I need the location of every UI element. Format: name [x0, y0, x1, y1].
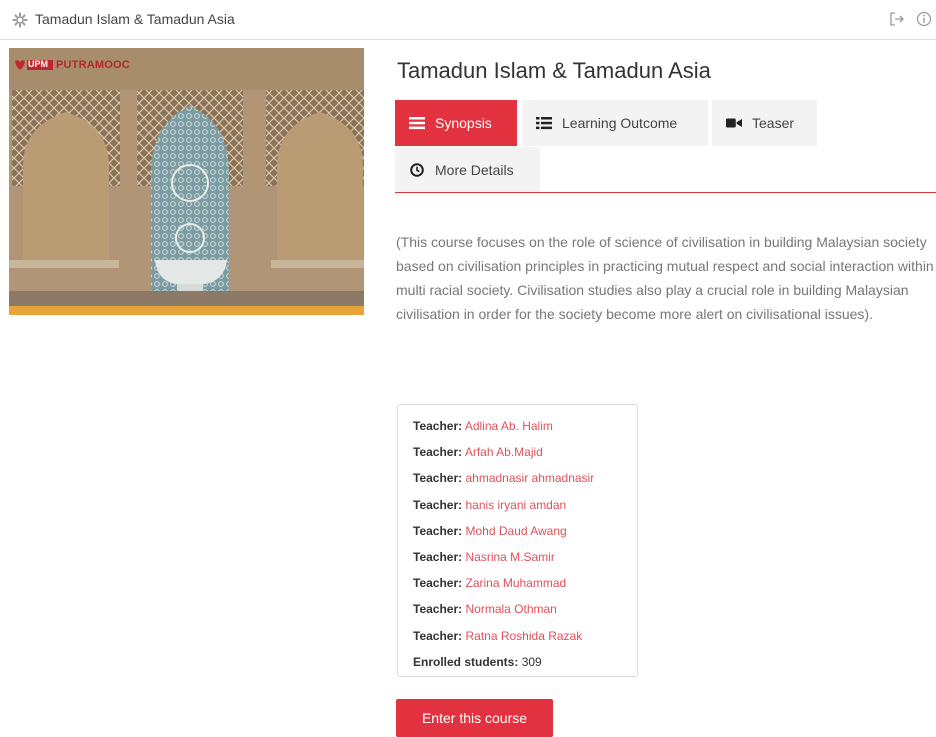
teacher-label: Teacher:: [413, 602, 463, 617]
enrolled-count: 309: [521, 654, 542, 669]
tab-more-details-label: More Details: [435, 162, 514, 178]
teacher-list: Teacher: Adlina Ab. Halim Teacher: Arfah…: [397, 404, 638, 677]
tab-synopsis[interactable]: Synopsis: [395, 100, 517, 146]
enter-course-button[interactable]: Enter this course: [396, 699, 553, 737]
teacher-row: Teacher: Ratna Roshida Razak: [413, 623, 637, 649]
course-title: Tamadun Islam & Tamadun Asia: [397, 58, 711, 83]
tab-teaser[interactable]: Teaser: [712, 100, 817, 146]
teacher-name-link[interactable]: Arfah Ab.Majid: [465, 445, 543, 459]
teacher-name-link[interactable]: hanis iryani amdan: [465, 498, 566, 512]
teacher-label: Teacher:: [413, 576, 463, 591]
putramooc-logo: PUTRAMOOC: [56, 59, 130, 71]
teacher-name-link[interactable]: Mohd Daud Awang: [465, 524, 566, 538]
teacher-label: Teacher:: [413, 550, 463, 565]
teacher-row: Teacher: Nasrina M.Samir: [413, 544, 637, 570]
teacher-label: Teacher:: [413, 497, 463, 512]
teacher-label: Teacher:: [413, 445, 463, 460]
teacher-label: Teacher:: [413, 471, 463, 486]
list-bullets-icon: [536, 117, 552, 130]
teacher-row: Teacher: Arfah Ab.Majid: [413, 439, 637, 465]
teacher-row: Teacher: ahmadnasir ahmadnasir: [413, 465, 637, 491]
enrolled-students-row: Enrolled students: 309: [413, 649, 637, 675]
page-title: Tamadun Islam & Tamadun Asia: [35, 11, 235, 27]
list-icon: [409, 117, 425, 130]
video-camera-icon: [726, 118, 742, 128]
teacher-label: Teacher:: [413, 628, 463, 643]
teacher-row: Teacher: Mohd Daud Awang: [413, 518, 637, 544]
teacher-row: Teacher: Zarina Muhammad: [413, 570, 637, 596]
enrolled-label: Enrolled students:: [413, 654, 519, 669]
teacher-row: Teacher: Adlina Ab. Halim: [413, 413, 637, 439]
tab-divider: [395, 192, 936, 193]
synopsis-text: (This course focuses on the role of scie…: [396, 234, 934, 322]
teacher-name-link[interactable]: Normala Othman: [465, 602, 556, 616]
tab-synopsis-label: Synopsis: [435, 115, 492, 131]
teacher-row: Teacher: Normala Othman: [413, 596, 637, 622]
teacher-label: Teacher:: [413, 419, 463, 433]
course-image: [9, 48, 364, 315]
top-bar: Tamadun Islam & Tamadun Asia: [0, 0, 936, 40]
tab-learning-outcome[interactable]: Learning Outcome: [522, 100, 708, 146]
info-icon[interactable]: [916, 11, 932, 27]
mosaic-fountain-illustration: [9, 48, 364, 315]
teacher-name-link[interactable]: Zarina Muhammad: [465, 576, 566, 590]
teacher-row: Teacher: hanis iryani amdan: [413, 492, 637, 518]
teacher-name-link[interactable]: Nasrina M.Samir: [465, 550, 554, 564]
exit-icon[interactable]: [889, 11, 905, 27]
tab-more-details[interactable]: More Details: [395, 147, 540, 193]
teacher-label: Teacher:: [413, 523, 463, 538]
teacher-name-link[interactable]: Ratna Roshida Razak: [465, 629, 582, 643]
upm-logo-text: UPM: [28, 59, 48, 69]
tab-learning-outcome-label: Learning Outcome: [562, 115, 678, 131]
course-icon: [12, 12, 28, 28]
teacher-name-link[interactable]: ahmadnasir ahmadnasir: [465, 471, 594, 485]
teacher-name-link[interactable]: Adlina Ab. Halim: [465, 419, 553, 433]
tab-teaser-label: Teaser: [752, 115, 795, 131]
clock-icon: [410, 163, 424, 177]
